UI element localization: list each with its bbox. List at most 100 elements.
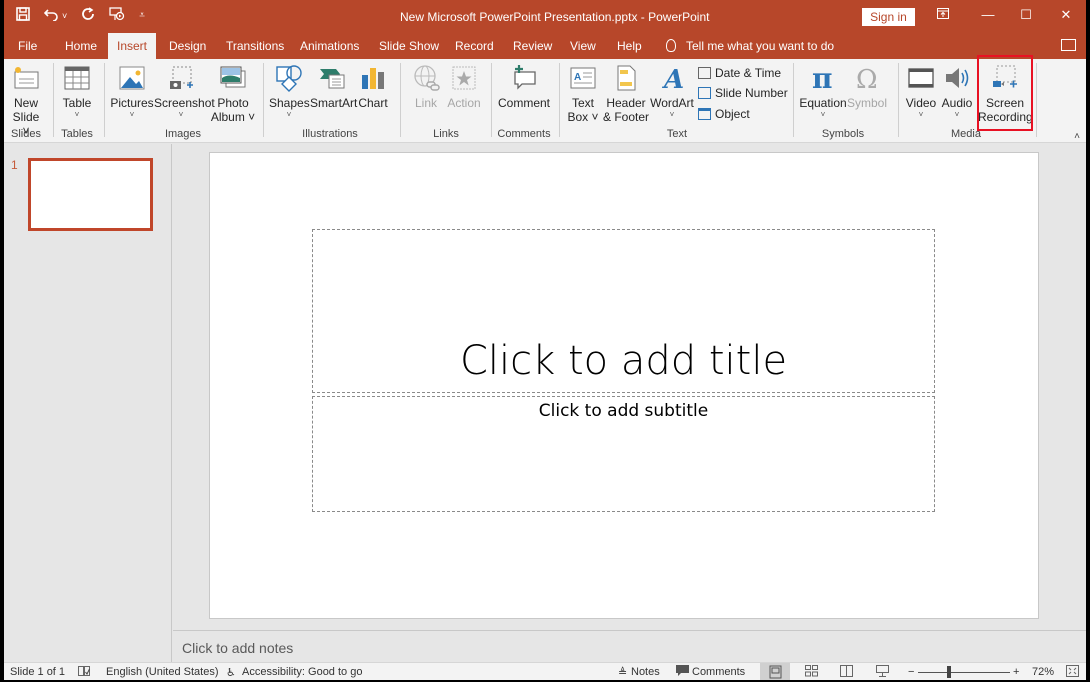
zoom-slider[interactable] — [918, 672, 1010, 673]
action-button[interactable]: Action — [445, 64, 483, 110]
tab-help[interactable]: Help — [611, 33, 648, 59]
date-time-button[interactable]: Date & Time — [698, 64, 781, 82]
save-icon[interactable] — [16, 7, 30, 25]
svg-text:π: π — [812, 64, 833, 92]
group-separator — [898, 63, 899, 137]
reading-view-icon[interactable] — [840, 665, 853, 680]
tab-view[interactable]: View — [564, 33, 602, 59]
redo-icon[interactable] — [81, 7, 95, 25]
undo-dropdown-chevron-down-icon[interactable]: ˅ — [62, 7, 67, 25]
header-footer-button[interactable]: Header & Footer — [602, 64, 650, 124]
slide-show-view-icon[interactable] — [876, 665, 889, 680]
new-slide-icon — [12, 64, 40, 92]
title-placeholder[interactable]: Click to add title — [312, 229, 935, 393]
comments-pane-icon[interactable] — [1061, 39, 1076, 51]
ribbon-tabs: File Home Insert Design Transitions Anim… — [4, 33, 1086, 59]
tab-home[interactable]: Home — [59, 33, 103, 59]
zoom-slider-thumb[interactable] — [947, 666, 951, 678]
normal-view-button[interactable] — [760, 663, 790, 680]
zoom-out-button[interactable]: − — [908, 666, 914, 678]
group-separator — [793, 63, 794, 137]
chevron-down-icon: ˅ — [820, 110, 826, 119]
pictures-button[interactable]: Pictures ˅ — [110, 64, 154, 120]
table-button[interactable]: Table ˅ — [58, 64, 96, 120]
lightbulb-icon — [666, 39, 676, 52]
title-bar: ˅ ⩡ New Microsoft PowerPoint Presentatio… — [4, 0, 1086, 33]
wordart-button[interactable]: A WordArt ˅ — [650, 64, 694, 120]
undo-icon[interactable] — [43, 7, 60, 25]
new-slide-button[interactable]: New Slide ˅ — [8, 64, 44, 138]
comments-toggle-button[interactable]: Comments — [692, 666, 745, 678]
group-separator — [53, 63, 54, 137]
slide-canvas[interactable]: Click to add title Click to add subtitle — [209, 152, 1039, 619]
powerpoint-window: ˅ ⩡ New Microsoft PowerPoint Presentatio… — [4, 0, 1086, 680]
maximize-button[interactable]: ☐ — [1016, 7, 1036, 23]
zoom-in-button[interactable]: + — [1013, 666, 1019, 678]
group-label-comments: Comments — [497, 128, 551, 140]
photo-album-icon — [219, 64, 247, 92]
slide-sorter-view-icon[interactable] — [805, 665, 818, 680]
text-box-button[interactable]: A Text Box ˅ — [565, 64, 601, 124]
comment-button[interactable]: Comment — [497, 64, 551, 110]
zoom-level[interactable]: 72% — [1032, 666, 1054, 678]
audio-button[interactable]: Audio ˅ — [940, 64, 974, 120]
tab-record[interactable]: Record — [449, 33, 500, 59]
equation-button[interactable]: π Equation ˅ — [799, 62, 847, 120]
video-button[interactable]: Video ˅ — [904, 64, 938, 120]
subtitle-placeholder[interactable]: Click to add subtitle — [312, 396, 935, 512]
accessibility-status[interactable]: Accessibility: Good to go — [242, 666, 362, 678]
quick-access-toolbar: ˅ ⩡ — [16, 7, 145, 25]
language-indicator[interactable]: English (United States) — [106, 666, 219, 678]
tab-design[interactable]: Design — [163, 33, 212, 59]
group-label-slides: Slides — [11, 128, 41, 140]
svg-text:A: A — [661, 65, 684, 92]
svg-text:Ω: Ω — [856, 65, 878, 92]
notes-toggle-icon[interactable]: ≜ — [618, 666, 627, 679]
link-button[interactable]: Link — [408, 64, 444, 110]
shapes-button[interactable]: Shapes ˅ — [269, 64, 310, 120]
notes-placeholder: Click to add notes — [182, 640, 294, 656]
fit-slide-to-window-icon[interactable] — [1066, 665, 1079, 680]
chart-button[interactable]: Chart — [356, 64, 390, 110]
accessibility-icon[interactable]: ♿ — [226, 666, 236, 679]
shapes-icon — [275, 64, 303, 92]
minimize-button[interactable]: — — [978, 7, 998, 22]
tab-review[interactable]: Review — [507, 33, 558, 59]
text-box-icon: A — [569, 64, 597, 92]
slide-count: Slide 1 of 1 — [10, 666, 66, 678]
tell-me-search[interactable]: Tell me what you want to do — [666, 33, 834, 59]
customize-qat-icon[interactable]: ⩡ — [139, 7, 145, 25]
group-separator — [104, 63, 105, 137]
smartart-button[interactable]: SmartArt — [310, 64, 357, 110]
smartart-icon — [318, 64, 346, 92]
window-title: New Microsoft PowerPoint Presentation.pp… — [400, 10, 710, 24]
slide-number-icon — [698, 87, 711, 99]
tab-animations[interactable]: Animations — [294, 33, 365, 59]
tab-transitions[interactable]: Transitions — [220, 33, 290, 59]
tab-insert[interactable]: Insert — [108, 33, 156, 59]
photo-album-button[interactable]: Photo Album ˅ — [210, 64, 256, 124]
group-separator — [1036, 63, 1037, 137]
pictures-icon — [118, 64, 146, 92]
notes-pane[interactable]: Click to add notes — [173, 630, 1086, 662]
collapse-ribbon-chevron-up-icon[interactable]: ˄ — [1074, 131, 1080, 142]
ribbon-display-options-icon[interactable] — [933, 7, 953, 22]
present-from-beginning-icon[interactable] — [109, 7, 125, 25]
close-button[interactable]: ✕ — [1056, 7, 1076, 23]
sign-in-button[interactable]: Sign in — [862, 8, 915, 26]
comments-icon[interactable] — [676, 665, 689, 679]
screenshot-button[interactable]: Screenshot ˅ — [154, 64, 215, 120]
slide-number-button[interactable]: Slide Number — [698, 84, 788, 102]
slide-thumbnail[interactable] — [28, 158, 153, 231]
group-label-tables: Tables — [61, 128, 93, 140]
group-separator — [400, 63, 401, 137]
object-button[interactable]: Object — [698, 105, 750, 123]
spelling-check-icon[interactable] — [78, 666, 90, 680]
notes-toggle-button[interactable]: Notes — [631, 666, 660, 678]
wordart-icon: A — [658, 64, 686, 95]
symbol-button[interactable]: Ω Symbol — [847, 64, 887, 110]
chevron-down-icon: ˅ — [918, 110, 924, 119]
tab-slide-show[interactable]: Slide Show — [373, 33, 445, 59]
header-footer-icon — [612, 64, 640, 92]
tab-file[interactable]: File — [12, 33, 43, 59]
